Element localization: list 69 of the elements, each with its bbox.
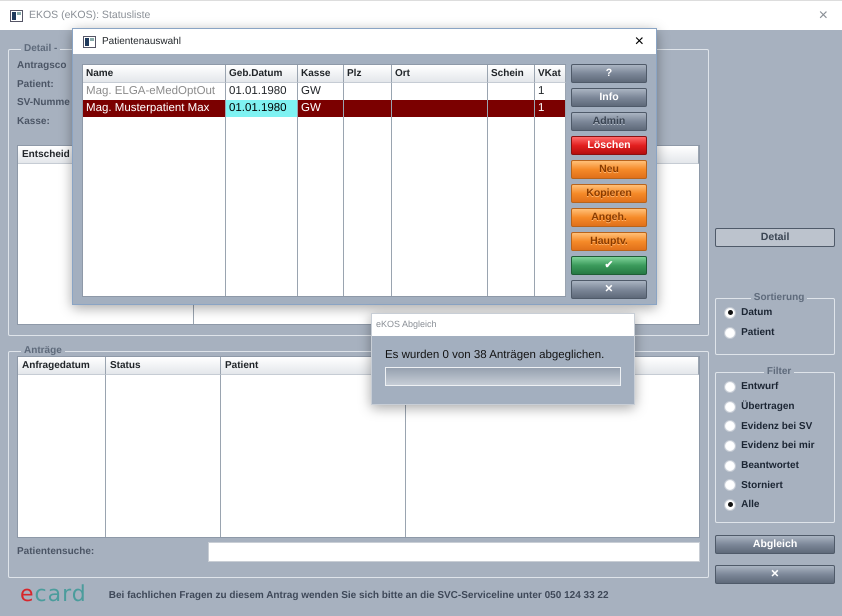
radio-label: Datum [741, 306, 772, 320]
table-cell[interactable] [488, 100, 535, 117]
window-title: EKOS (eKOS): Statusliste [29, 8, 150, 23]
radio-button[interactable] [724, 460, 736, 472]
info-text: Bei fachlichen Fragen zu diesem Antrag wenden Sie sich bitte an die SVC-Serviceline unter 050 124 33 22 [108, 588, 609, 602]
button: Admin [571, 112, 647, 131]
field-label: Patient: [17, 78, 54, 92]
button: Neu [571, 160, 647, 179]
dialog-title: eKOS Abgleich [376, 318, 437, 332]
search-field[interactable] [208, 542, 700, 562]
group-legend: Sortierung [750, 293, 808, 303]
detail-button: Detail [715, 228, 835, 247]
radio-label: Evidenz bei SV [741, 420, 812, 434]
column-header: Geb.Datum [226, 65, 298, 83]
radio-button[interactable] [724, 440, 736, 452]
column-header: Anfragedatum [18, 357, 106, 375]
button: Hauptv. [571, 232, 647, 251]
app-icon [10, 10, 23, 22]
button[interactable]: Abgleich [715, 535, 835, 554]
radio-label: Übertragen [741, 400, 794, 414]
dialog-title: Patientenauswahl [102, 35, 181, 49]
radio-label: Entwurf [741, 380, 778, 394]
column-header: Name [83, 65, 226, 83]
radio-option[interactable]: Alle [724, 495, 834, 515]
field-label: Kasse: [17, 114, 50, 128]
radio-option[interactable]: Übertragen [724, 396, 834, 416]
ecard-logo: ecard [20, 584, 87, 606]
radio-button[interactable] [724, 306, 736, 319]
app-icon [83, 36, 96, 48]
radio-label: Patient [741, 326, 774, 340]
search-label: Patientensuche: [17, 544, 96, 559]
table-cell[interactable] [344, 100, 392, 117]
radio-button[interactable] [724, 498, 736, 511]
button: Kopieren [571, 184, 647, 203]
radio-button[interactable] [724, 380, 736, 393]
radio-button[interactable] [724, 400, 736, 413]
radio-label: Beantwortet [741, 459, 799, 474]
table-cell[interactable]: GW [298, 100, 344, 117]
column-header: Kasse [298, 65, 344, 83]
radio-label: Storniert [741, 478, 783, 493]
column-header: Status [106, 357, 221, 375]
column-header: Schein [488, 65, 535, 83]
radio-option[interactable]: Beantwortet [724, 456, 834, 476]
table-cell[interactable]: Mag. Musterpatient Max [83, 100, 226, 117]
radio-option[interactable]: Patient [724, 322, 834, 342]
radio-button[interactable] [724, 479, 736, 492]
field-label: SV-Numme [17, 96, 70, 110]
radio-option[interactable]: Storniert [724, 475, 834, 496]
table-cell[interactable] [392, 100, 488, 117]
radio-label: Evidenz bei mir [741, 439, 814, 454]
column-header: Plz [344, 65, 392, 83]
column-header: VKat [535, 65, 566, 83]
radio-button[interactable] [724, 420, 736, 432]
button: Angeh. [571, 208, 647, 227]
close-button[interactable]: × [632, 30, 646, 54]
table-cell[interactable]: 01.01.1980 [226, 100, 298, 117]
radio-option[interactable]: Entwurf [724, 377, 834, 397]
radio-option[interactable]: Evidenz bei mir [724, 436, 834, 456]
radio-button[interactable] [724, 326, 736, 339]
column-header: Ort [392, 65, 488, 83]
group-legend: Anträge [21, 346, 65, 356]
radio-option[interactable]: Datum [724, 303, 834, 323]
radio-label: Alle [741, 498, 760, 512]
radio-option[interactable]: Evidenz bei SV [724, 416, 834, 436]
group-legend: Filter [764, 367, 794, 377]
field-label: Antragsco [17, 59, 66, 73]
button[interactable]: Löschen [571, 136, 647, 155]
table-cell[interactable]: 1 [535, 100, 566, 117]
group-legend: Detail - [21, 44, 60, 54]
